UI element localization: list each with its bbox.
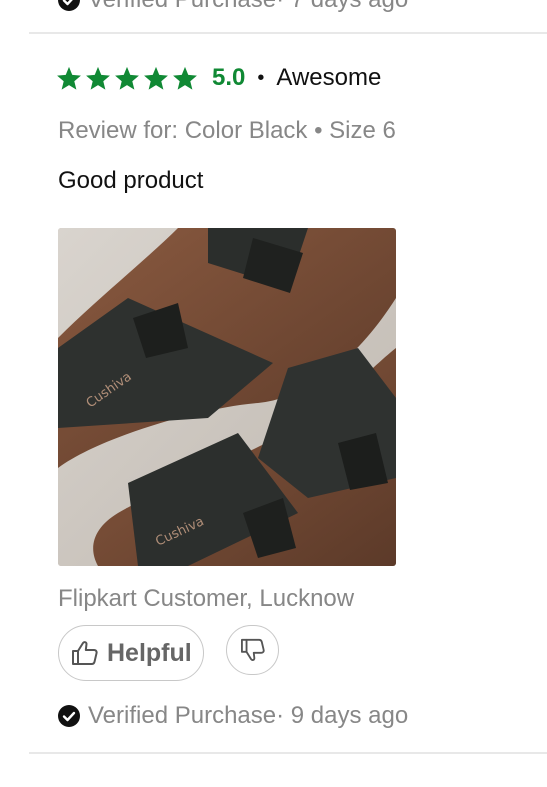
check-circle-icon [58, 0, 80, 11]
verified-label: Verified Purchase [88, 702, 277, 729]
variant-info: Review for: Color Black • Size 6 [58, 117, 396, 144]
star-rating [56, 66, 198, 91]
review-photo[interactable]: Cushiva Cushiva [58, 228, 396, 566]
thumbs-up-icon [71, 640, 99, 666]
review-author: Flipkart Customer, Lucknow [58, 585, 355, 612]
review-time: · 9 days ago [276, 702, 409, 729]
separator-dot: • [257, 66, 265, 89]
helpful-button[interactable]: Helpful [58, 625, 204, 681]
thumbs-down-icon [240, 638, 266, 662]
divider [29, 32, 547, 34]
divider [29, 752, 547, 754]
review-title: Awesome [276, 64, 382, 91]
review-text: Good product [58, 167, 204, 194]
check-circle-icon [58, 705, 80, 727]
rating-row: 5.0 • Awesome [56, 64, 381, 92]
previous-review-verified: Verified Purchase · 7 days ago [58, 0, 408, 14]
rating-value: 5.0 [212, 64, 246, 91]
helpful-label: Helpful [107, 638, 192, 667]
star-icon [172, 66, 198, 91]
sandal-photo-icon: Cushiva Cushiva [58, 228, 396, 566]
star-icon [85, 66, 111, 91]
star-icon [114, 66, 140, 91]
star-icon [56, 66, 82, 91]
dislike-button[interactable] [226, 625, 279, 675]
previous-verified-label: Verified Purchase [88, 0, 276, 14]
star-icon [143, 66, 169, 91]
previous-time-label: · 7 days ago [276, 0, 408, 14]
verified-purchase: Verified Purchase · 9 days ago [58, 702, 408, 730]
